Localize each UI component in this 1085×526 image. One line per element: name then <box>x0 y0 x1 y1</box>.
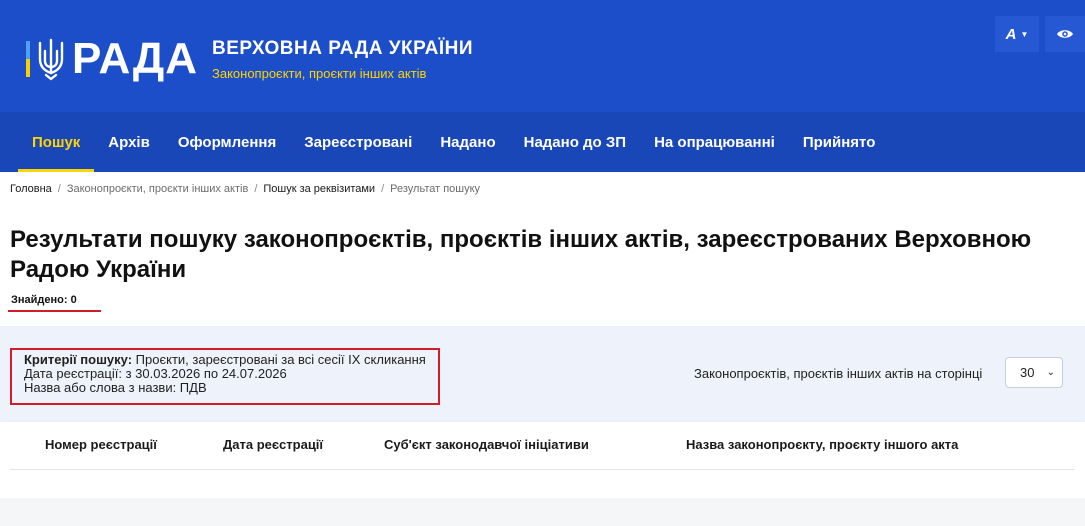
nav-item-submitted[interactable]: Надано <box>426 112 509 172</box>
header-tools: A ▼ <box>989 16 1085 52</box>
logo-word: РАДА <box>72 34 199 83</box>
results-count: Знайдено: 0 <box>11 294 77 306</box>
chevron-down-icon: ▼ <box>1020 29 1029 39</box>
font-size-button[interactable]: A ▼ <box>995 16 1039 52</box>
nav-item-search[interactable]: Пошук <box>18 112 95 172</box>
site-title: ВЕРХОВНА РАДА УКРАЇНИ <box>212 38 473 59</box>
search-criteria-box: Критерії пошуку: Проєкти, зареєстровані … <box>10 348 440 405</box>
breadcrumb-separator: / <box>254 183 258 195</box>
criteria-summary: Критерії пошуку: Проєкти, зареєстровані … <box>24 353 426 367</box>
nav-item-in-review[interactable]: На опрацюванні <box>640 112 789 172</box>
per-page-value: 30 <box>1020 365 1035 380</box>
breadcrumb-separator: / <box>57 183 61 195</box>
column-header-bill-title[interactable]: Назва законопроєкту, проєкту іншого акта <box>686 437 958 452</box>
page-footer-band <box>0 498 1085 526</box>
chevron-down-icon: ⌄ <box>1046 367 1055 378</box>
per-page-select[interactable]: 30 ⌄ <box>1005 357 1063 388</box>
column-header-reg-number[interactable]: Номер реєстрації <box>45 437 157 452</box>
criteria-date: Дата реєстрації: з 30.03.2026 по 24.07.2… <box>24 366 287 381</box>
breadcrumb-separator: / <box>381 183 385 195</box>
nav-item-registered[interactable]: Зареєстровані <box>290 112 426 172</box>
column-header-reg-date[interactable]: Дата реєстрації <box>223 437 323 452</box>
site-title-block: ВЕРХОВНА РАДА УКРАЇНИ Законопроєкти, про… <box>212 38 473 81</box>
trident-icon <box>38 38 64 81</box>
breadcrumb-current: Результат пошуку <box>390 183 481 195</box>
results-table: Номер реєстрації Дата реєстрації Суб'єкт… <box>0 422 1085 498</box>
page-title: Результати пошуку законопроєктів, проєкт… <box>10 226 1032 283</box>
font-size-icon: A <box>1005 25 1017 43</box>
site-subtitle: Законопроєкти, проєкти інших актів <box>212 66 427 81</box>
breadcrumb-home[interactable]: Головна <box>10 183 52 195</box>
results-count-highlight <box>8 310 101 312</box>
nav-item-adopted[interactable]: Прийнято <box>789 112 890 172</box>
site-logo[interactable]: РАДА <box>26 36 198 82</box>
breadcrumb-bills[interactable]: Законопроєкти, проєкти інших актів <box>67 183 248 195</box>
per-page-label: Законопроєктів, проєктів інших актів на … <box>694 366 983 381</box>
criteria-name: Назва або слова з назви: ПДВ <box>24 380 207 395</box>
main-nav: Пошук Архів Оформлення Зареєстровані Над… <box>0 112 1085 172</box>
breadcrumb-search[interactable]: Пошук за реквізитами <box>263 183 375 195</box>
eye-icon <box>1057 30 1073 38</box>
nav-item-archive[interactable]: Архів <box>94 112 164 172</box>
breadcrumb: Головна / Законопроєкти, проєкти інших а… <box>10 183 486 195</box>
nav-item-submitted-to-zp[interactable]: Надано до ЗП <box>510 112 640 172</box>
site-header: РАДА ВЕРХОВНА РАДА УКРАЇНИ Законопроєкти… <box>0 0 1085 112</box>
criteria-value: Проєкти, зареєстровані за всі сесії IX с… <box>135 352 426 367</box>
table-divider <box>10 469 1075 470</box>
accessibility-view-button[interactable] <box>1045 16 1085 52</box>
nav-item-drafting[interactable]: Оформлення <box>164 112 290 172</box>
criteria-label: Критерії пошуку: <box>24 352 133 367</box>
flag-stripe <box>26 41 30 77</box>
column-header-initiator[interactable]: Суб'єкт законодавчої ініціативи <box>384 437 589 452</box>
